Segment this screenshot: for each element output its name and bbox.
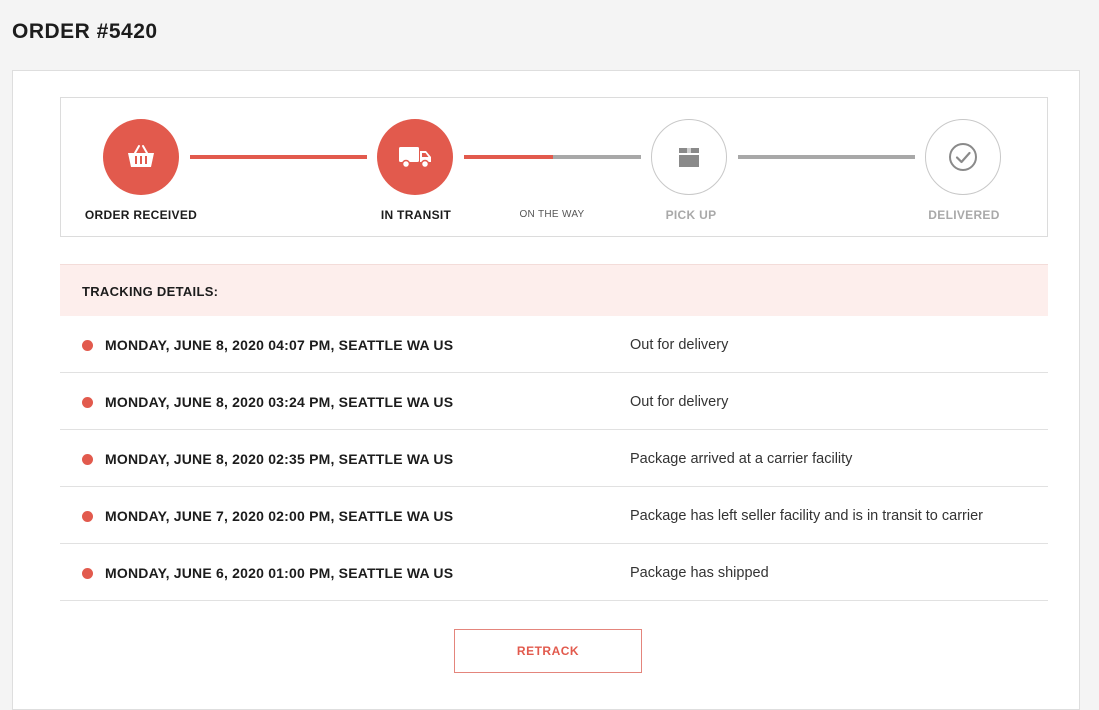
- basket-icon: [128, 145, 154, 167]
- status-dot-icon: [82, 568, 93, 579]
- event-status: Package has left seller facility and is …: [630, 508, 983, 524]
- step-label-order-received: ORDER RECEIVED: [84, 208, 198, 222]
- event-datetime: MONDAY, JUNE 7, 2020 02:00 PM, SEATTLE W…: [105, 508, 454, 524]
- tracking-event-row: MONDAY, JUNE 8, 2020 04:07 PM, SEATTLE W…: [60, 316, 1048, 373]
- progress-tracker: ORDER RECEIVED IN TRANSIT ON THE WAY PIC…: [60, 97, 1048, 237]
- event-datetime: MONDAY, JUNE 8, 2020 03:24 PM, SEATTLE W…: [105, 394, 454, 410]
- tracking-event-row: MONDAY, JUNE 6, 2020 01:00 PM, SEATTLE W…: [60, 544, 1048, 601]
- connector-transit-pickup-fill: [464, 155, 553, 159]
- box-icon: [679, 148, 699, 167]
- connector-transit-pickup: [464, 155, 641, 159]
- event-datetime: MONDAY, JUNE 6, 2020 01:00 PM, SEATTLE W…: [105, 565, 454, 581]
- status-dot-icon: [82, 454, 93, 465]
- step-order-received: [103, 119, 179, 195]
- event-datetime: MONDAY, JUNE 8, 2020 02:35 PM, SEATTLE W…: [105, 451, 454, 467]
- step-label-pick-up: PICK UP: [665, 208, 717, 222]
- step-delivered: [925, 119, 1001, 195]
- connector-received-transit: [190, 155, 367, 159]
- step-label-delivered: DELIVERED: [928, 208, 1000, 222]
- status-dot-icon: [82, 397, 93, 408]
- tracking-event-row: MONDAY, JUNE 7, 2020 02:00 PM, SEATTLE W…: [60, 487, 1048, 544]
- step-pick-up: [651, 119, 727, 195]
- event-status: Package arrived at a carrier facility: [630, 451, 853, 467]
- tracking-event-row: MONDAY, JUNE 8, 2020 02:35 PM, SEATTLE W…: [60, 430, 1048, 487]
- tracking-details-title: TRACKING DETAILS:: [82, 284, 219, 299]
- tracking-events-list: MONDAY, JUNE 8, 2020 04:07 PM, SEATTLE W…: [60, 316, 1048, 601]
- event-status: Out for delivery: [630, 337, 729, 353]
- truck-icon: [399, 147, 431, 169]
- step-label-in-transit: IN TRANSIT: [380, 208, 452, 222]
- on-the-way-label: ON THE WAY: [519, 209, 585, 220]
- event-datetime: MONDAY, JUNE 8, 2020 04:07 PM, SEATTLE W…: [105, 337, 454, 353]
- retrack-button[interactable]: RETRACK: [454, 629, 642, 673]
- page-title: ORDER #5420: [12, 20, 158, 43]
- check-circle-icon: [949, 143, 977, 171]
- tracking-event-row: MONDAY, JUNE 8, 2020 03:24 PM, SEATTLE W…: [60, 373, 1048, 430]
- tracking-details-header: TRACKING DETAILS:: [60, 264, 1048, 316]
- status-dot-icon: [82, 511, 93, 522]
- event-status: Out for delivery: [630, 394, 729, 410]
- step-in-transit: [377, 119, 453, 195]
- event-status: Package has shipped: [630, 565, 769, 581]
- status-dot-icon: [82, 340, 93, 351]
- order-tracking-card: ORDER RECEIVED IN TRANSIT ON THE WAY PIC…: [12, 70, 1080, 710]
- connector-pickup-delivered: [738, 155, 915, 159]
